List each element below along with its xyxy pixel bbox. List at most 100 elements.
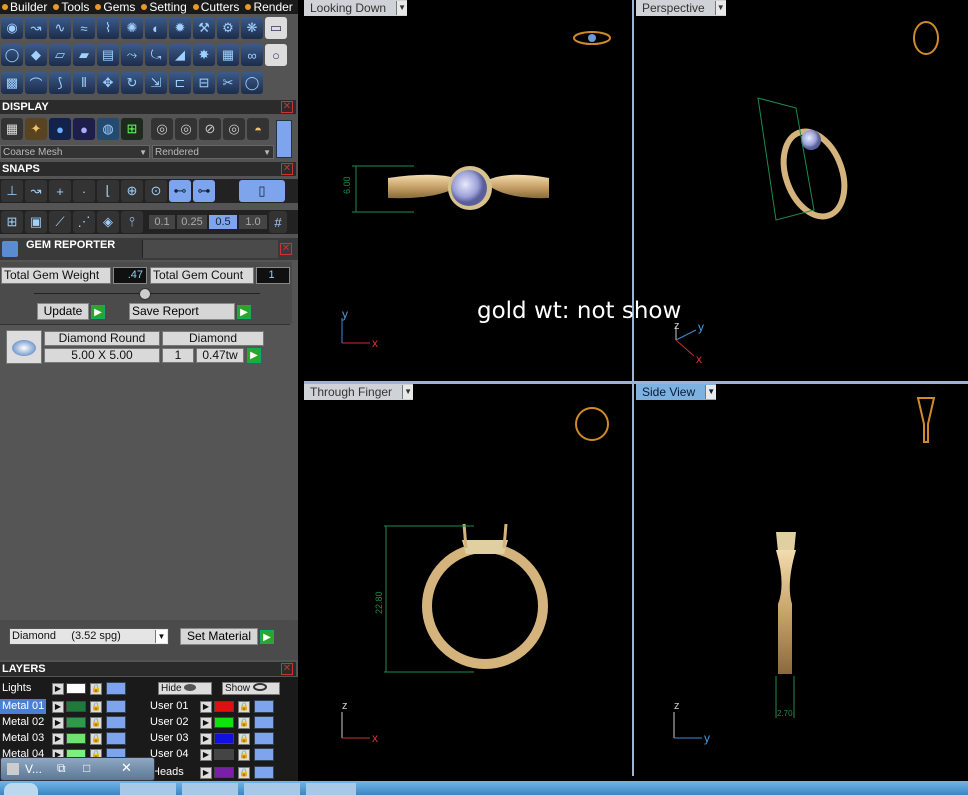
expand-icon[interactable]: ▶ <box>200 749 212 761</box>
show-button[interactable]: Show <box>222 682 280 695</box>
scale-icon[interactable]: ⇲ <box>145 72 167 94</box>
cubes-icon[interactable]: ▩ <box>1 72 23 94</box>
snap-value-0-25[interactable]: 0.25 <box>177 215 207 229</box>
burst-icon[interactable]: ✸ <box>193 44 215 66</box>
snap-mid-icon[interactable]: ⊷ <box>169 180 191 202</box>
plane-icon[interactable]: ▰ <box>73 44 95 66</box>
restore-icon[interactable]: ⧉ <box>57 761 66 776</box>
layer-row-metal-02[interactable]: Metal 02 ▶ 🔒 User 02 ▶ 🔒 <box>0 715 298 731</box>
cut-icon[interactable]: ✂ <box>217 72 239 94</box>
layer-visibility-toggle[interactable] <box>254 748 274 761</box>
lock-icon[interactable]: 🔒 <box>238 767 250 779</box>
close-icon[interactable]: ✕ <box>121 760 132 776</box>
layer-row-metal-01[interactable]: Metal 01 ▶ 🔒 User 01 ▶ 🔒 <box>0 699 298 715</box>
snap-perp-icon[interactable]: ⌊ <box>97 180 119 202</box>
sweep-icon[interactable]: ⤳ <box>121 44 143 66</box>
expand-icon[interactable]: ▶ <box>52 701 64 713</box>
surface-icon[interactable]: ▱ <box>49 44 71 66</box>
sphere-wire-1-icon[interactable]: ◎ <box>151 118 173 140</box>
layer-visibility-toggle[interactable] <box>106 732 126 745</box>
expand-icon[interactable]: ▶ <box>52 733 64 745</box>
snap-grid-small-icon[interactable]: # <box>269 211 287 233</box>
book-icon[interactable]: ▤ <box>97 44 119 66</box>
lock-icon[interactable]: 🔒 <box>90 701 102 713</box>
expand-icon[interactable]: ▶ <box>200 701 212 713</box>
snap-quad-icon[interactable]: ⊶ <box>193 180 215 202</box>
prong-tool-icon[interactable]: ⚒ <box>193 17 215 39</box>
slider-handle[interactable] <box>139 288 151 300</box>
save-report-arrow-icon[interactable]: ▶ <box>237 305 251 319</box>
split-icon[interactable]: ⊟ <box>193 72 215 94</box>
curve-add-icon[interactable]: ∿ <box>49 17 71 39</box>
curve-tool-icon[interactable]: ↝ <box>25 17 47 39</box>
set-material-button[interactable]: Set Material <box>180 628 258 645</box>
lock-icon[interactable]: 🔒 <box>238 717 250 729</box>
rotate-icon[interactable]: ↻ <box>121 72 143 94</box>
sphere-shaded-icon[interactable]: ● <box>73 118 95 140</box>
menu-tools[interactable]: Tools <box>53 0 89 14</box>
save-report-button[interactable]: Save Report <box>129 303 235 320</box>
set-material-arrow-icon[interactable]: ▶ <box>260 630 274 644</box>
snap-pin-icon[interactable]: ⫯ <box>121 211 143 233</box>
sphere-blue-icon[interactable]: ● <box>49 118 71 140</box>
eye-tool-icon[interactable]: ◉ <box>1 17 23 39</box>
snap-center-icon[interactable]: ⊕ <box>121 180 143 202</box>
sphere-wire-4-icon[interactable]: ◎ <box>223 118 245 140</box>
close-icon[interactable]: ✕ <box>281 663 293 675</box>
bevel-icon[interactable]: ◢ <box>169 44 191 66</box>
layout-grid-icon[interactable]: ⊞ <box>121 118 143 140</box>
lock-icon[interactable]: 🔒 <box>90 683 102 695</box>
hide-button[interactable]: Hide <box>158 682 212 695</box>
expand-icon[interactable]: ▶ <box>52 683 64 695</box>
curve-point-icon[interactable]: ⌇ <box>97 17 119 39</box>
taskbar-app-4[interactable] <box>306 783 356 795</box>
layout-toggle-icon[interactable]: ▭ <box>265 17 287 39</box>
arc-icon[interactable]: ⌒ <box>25 72 47 94</box>
expand-icon[interactable]: ▶ <box>52 717 64 729</box>
layer-visibility-toggle[interactable] <box>254 716 274 729</box>
snap-value-1-0[interactable]: 1.0 <box>239 215 267 229</box>
lock-icon[interactable]: 🔒 <box>90 717 102 729</box>
layer-visibility-toggle[interactable] <box>106 682 126 695</box>
layer-visibility-toggle[interactable] <box>106 716 126 729</box>
expand-icon[interactable]: ▶ <box>200 717 212 729</box>
snap-circle-icon[interactable]: ⊙ <box>145 180 167 202</box>
close-icon[interactable]: ✕ <box>281 101 293 113</box>
menu-cutters[interactable]: Cutters <box>192 0 239 14</box>
menu-builder[interactable]: Builder <box>2 0 47 14</box>
viewport-through-finger[interactable]: Through Finger ▼ 22.80 z x <box>304 384 634 776</box>
ring-icon[interactable]: ◯ <box>241 72 263 94</box>
layer-visibility-toggle[interactable] <box>254 766 274 779</box>
layer-row-metal-03[interactable]: Metal 03 ▶ 🔒 User 03 ▶ 🔒 <box>0 731 298 747</box>
close-icon[interactable]: ✕ <box>281 163 293 175</box>
mesh-select[interactable]: Coarse Mesh ▼ <box>0 145 150 159</box>
maximize-icon[interactable]: □ <box>83 761 90 775</box>
layer-row-lights[interactable]: Lights ▶ 🔒 Hide Show <box>0 681 298 697</box>
wireframe-icon[interactable]: ▦ <box>1 118 23 140</box>
gold-view-icon[interactable]: ✦ <box>25 118 47 140</box>
link-icon[interactable]: ⊏ <box>169 72 191 94</box>
lock-icon[interactable]: 🔒 <box>238 701 250 713</box>
snap-point-icon[interactable]: · <box>73 180 95 202</box>
display-side-toggle[interactable] <box>276 120 292 158</box>
snap-end-icon[interactable]: ⊥ <box>1 180 23 202</box>
material-select[interactable]: Diamond (3.52 spg) ▼ <box>9 628 169 645</box>
start-button-icon[interactable] <box>4 783 38 795</box>
mirror-icon[interactable]: ⫴ <box>73 72 95 94</box>
oval-shape-icon[interactable]: ◯ <box>1 44 23 66</box>
render-select[interactable]: Rendered ▼ <box>152 145 274 159</box>
sphere-wire-2-icon[interactable]: ◎ <box>175 118 197 140</box>
rail-icon[interactable]: ⟆ <box>49 72 71 94</box>
lock-icon[interactable]: 🔒 <box>238 749 250 761</box>
move-icon[interactable]: ✥ <box>97 72 119 94</box>
lock-icon[interactable]: 🔒 <box>90 733 102 745</box>
snap-cube-icon[interactable]: ▣ <box>25 211 47 233</box>
oval-gem-icon[interactable]: ◐ <box>145 17 167 39</box>
snap-dotline-icon[interactable]: ⋰ <box>73 211 95 233</box>
snap-toggle-icon[interactable]: ▯ <box>239 180 285 202</box>
close-icon[interactable]: ✕ <box>280 243 292 255</box>
snap-cross-icon[interactable]: + <box>49 180 71 202</box>
menu-setting[interactable]: Setting <box>141 0 187 14</box>
expand-icon[interactable]: ▶ <box>200 733 212 745</box>
expand-icon[interactable]: ▶ <box>200 767 212 779</box>
